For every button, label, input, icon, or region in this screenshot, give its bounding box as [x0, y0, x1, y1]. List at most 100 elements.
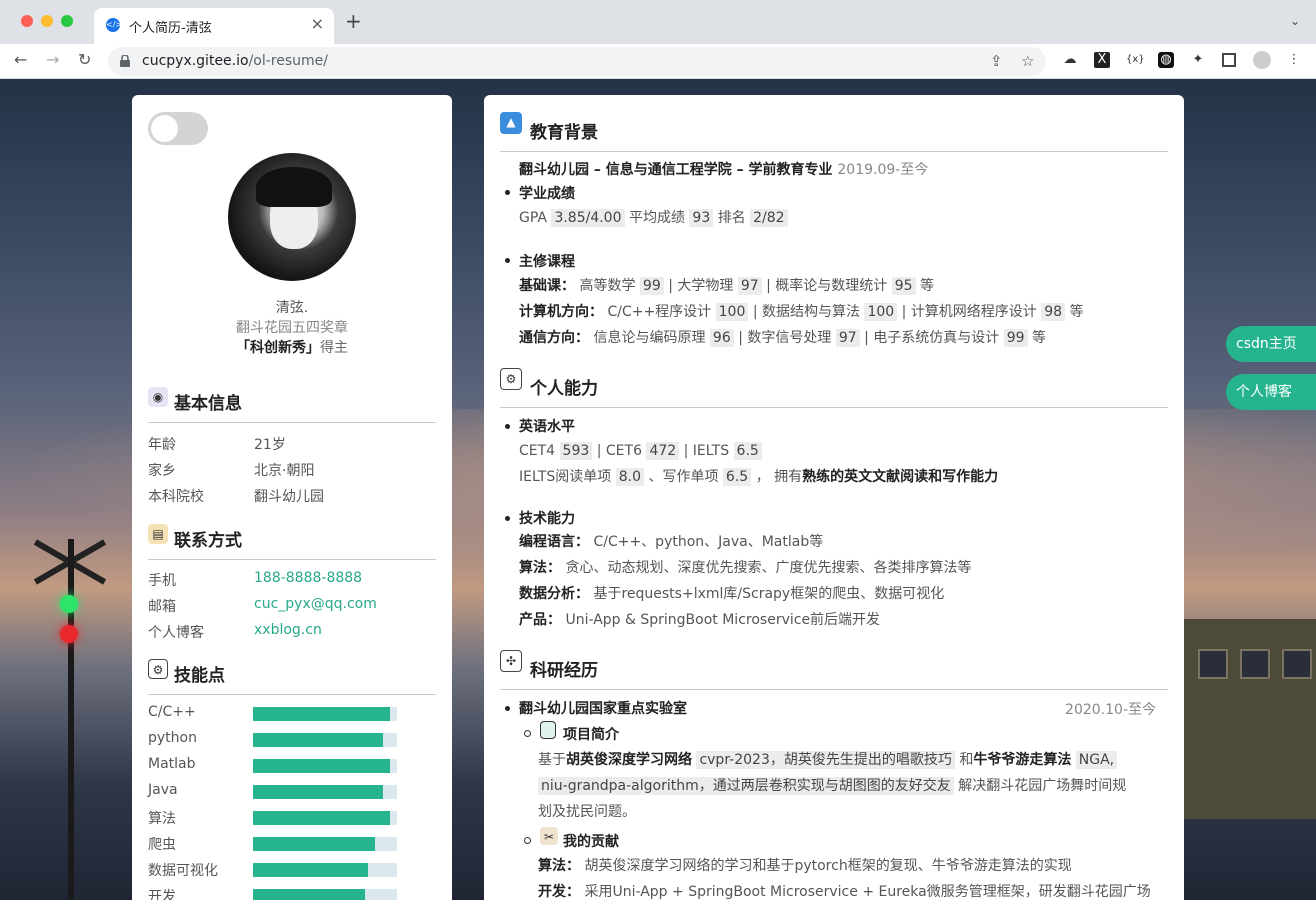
- skill-label: Matlab: [148, 756, 196, 772]
- skill-bar-fill: [253, 837, 375, 851]
- extension-cloud-icon[interactable]: ☁: [1062, 52, 1078, 68]
- skills-header: ⚙ 技能点: [148, 659, 436, 695]
- lock-icon: [120, 55, 130, 67]
- close-window-button[interactable]: [21, 15, 33, 27]
- palette-icon: ◉: [148, 387, 168, 407]
- english-scores-line: CET4 593 | CET6 472 | IELTS 6.5: [519, 440, 762, 462]
- tech-line: 编程语言： C/C++、python、Java、Matlab等: [519, 534, 824, 550]
- school-value: 翻斗幼儿园: [254, 489, 324, 505]
- address-bar[interactable]: cucpyx.gitee.io/ol-resume/ ⇪ ☆: [108, 47, 1046, 76]
- sidepanel-icon[interactable]: [1222, 53, 1236, 67]
- bullet: [505, 258, 510, 263]
- csdn-button[interactable]: csdn主页: [1226, 326, 1316, 362]
- intro-line: 划及扰民问题。: [538, 804, 636, 820]
- notebook-icon: ▤: [148, 524, 168, 544]
- skill-label: C/C++: [148, 704, 196, 720]
- skill-bar: [253, 863, 397, 877]
- tab-close-icon[interactable]: ×: [311, 14, 324, 33]
- forward-icon[interactable]: →: [46, 50, 59, 69]
- skill-bar: [253, 733, 397, 747]
- theme-toggle[interactable]: [148, 112, 208, 145]
- tech-title: 技术能力: [519, 511, 575, 527]
- skill-bar-fill: [253, 707, 390, 721]
- phone-link[interactable]: 188-8888-8888: [254, 570, 362, 586]
- tech-line: 数据分析： 基于requests+lxml库/Scrapy框架的爬虫、数据可视化: [519, 586, 945, 602]
- cs-courses-line: 计算机方向： C/C++程序设计 100 | 数据结构与算法 100 | 计算机…: [519, 303, 1084, 321]
- contrib-title: 我的贡献: [563, 834, 619, 850]
- age-value: 21岁: [254, 437, 286, 453]
- courses-title: 主修课程: [519, 254, 575, 270]
- puzzle-icon[interactable]: ✦: [1190, 52, 1206, 68]
- skill-bar: [253, 889, 397, 900]
- new-tab-icon[interactable]: +: [345, 11, 362, 31]
- bullet: [505, 424, 510, 429]
- profile-award: 翻斗花园五四奖章: [236, 320, 348, 336]
- minimize-window-button[interactable]: [41, 15, 53, 27]
- hometown-value: 北京·朝阳: [254, 463, 315, 479]
- bullet: [524, 730, 531, 737]
- url-text: cucpyx.gitee.io/ol-resume/: [142, 53, 328, 69]
- skill-bar-fill: [253, 863, 368, 877]
- contrib-line: 算法： 胡英俊深度学习网络的学习和基于pytorch框架的复现、牛爷爷游走算法的…: [538, 858, 1072, 874]
- grades-line: GPA 3.85/4.00 平均成绩 93 排名 2/82: [519, 207, 788, 229]
- contrib-line: 开发： 采用Uni-App + SpringBoot Microservice …: [538, 884, 1151, 900]
- blog-link[interactable]: xxblog.cn: [254, 622, 322, 638]
- bullet: [505, 190, 510, 195]
- signal-pole: [68, 539, 74, 899]
- blog-label: 个人博客: [148, 625, 204, 641]
- age-label: 年龄: [148, 437, 176, 453]
- skill-label: 开发: [148, 889, 176, 900]
- basic-courses-line: 基础课： 高等数学 99 | 大学物理 97 | 概率论与数理统计 95 等: [519, 277, 934, 295]
- email-label: 邮箱: [148, 599, 176, 615]
- tech-line: 产品： Uni-App & SpringBoot Microservice前后端…: [519, 612, 881, 628]
- resume-card: ▲ 教育背景 翻斗幼儿园 – 信息与通信工程学院 – 学前教育专业 2019.0…: [484, 95, 1184, 900]
- research-header: ✣ 科研经历: [500, 648, 1168, 690]
- skill-bar: [253, 837, 397, 851]
- tab-title: 个人简历-清弦: [129, 21, 212, 36]
- education-title: 教育背景: [530, 123, 598, 143]
- red-signal-light: [60, 625, 78, 643]
- skill-bar-fill: [253, 785, 383, 799]
- back-icon[interactable]: ←: [14, 50, 27, 69]
- skill-label: 数据可视化: [148, 863, 218, 879]
- lab-title: 翻斗幼儿园国家重点实验室: [519, 701, 687, 717]
- contact-title: 联系方式: [174, 531, 242, 551]
- skill-label: 算法: [148, 811, 176, 827]
- grades-title: 学业成绩: [519, 186, 575, 202]
- reload-icon[interactable]: ↻: [78, 50, 91, 69]
- chevron-down-icon[interactable]: ⌄: [1290, 14, 1300, 28]
- lab-period: 2020.10-至今: [1065, 702, 1156, 718]
- school-label: 本科院校: [148, 489, 204, 505]
- skill-bar: [253, 759, 397, 773]
- profile-award-2: 「科创新秀」得主: [236, 340, 348, 356]
- hometown-label: 家乡: [148, 463, 176, 479]
- blog-button[interactable]: 个人博客: [1226, 374, 1316, 410]
- profile-name: 清弦.: [275, 300, 309, 316]
- email-link[interactable]: cuc_pyx@qq.com: [254, 596, 377, 612]
- kebab-menu-icon[interactable]: ⋮: [1286, 52, 1302, 68]
- skill-label: python: [148, 730, 197, 746]
- extension-x-icon[interactable]: X: [1094, 52, 1110, 68]
- profile-card: 清弦. 翻斗花园五四奖章 「科创新秀」得主 ◉ 基本信息 年龄 21岁 家乡 北…: [132, 95, 452, 900]
- green-signal-light: [60, 595, 78, 613]
- share-icon[interactable]: ⇪: [990, 52, 1003, 70]
- avatar: [228, 153, 356, 281]
- extension-translate-icon[interactable]: {x}: [1126, 52, 1145, 68]
- intro-title: 项目简介: [563, 727, 619, 743]
- skill-bar-fill: [253, 759, 390, 773]
- extension-game-icon[interactable]: ◍: [1158, 52, 1174, 68]
- tools-icon: ✂: [540, 827, 558, 845]
- ability-header: ⚙ 个人能力: [500, 366, 1168, 408]
- browser-toolbar: ← → ↻ cucpyx.gitee.io/ol-resume/ ⇪ ☆ ☁ X…: [0, 44, 1316, 79]
- skills-icon: ⚙: [148, 659, 168, 679]
- clipboard-icon: [540, 721, 556, 739]
- browser-tab[interactable]: </> 个人简历-清弦 ×: [94, 8, 334, 44]
- skill-bar-fill: [253, 889, 365, 900]
- bullet: [505, 516, 510, 521]
- bullet: [524, 837, 531, 844]
- star-icon[interactable]: ☆: [1021, 52, 1034, 70]
- train-window: [1198, 649, 1228, 679]
- maximize-window-button[interactable]: [61, 15, 73, 27]
- ielts-detail-line: IELTS阅读单项 8.0 、写作单项 6.5 ， 拥有熟练的英文文献阅读和写作…: [519, 468, 999, 486]
- profile-avatar-icon[interactable]: [1253, 51, 1271, 69]
